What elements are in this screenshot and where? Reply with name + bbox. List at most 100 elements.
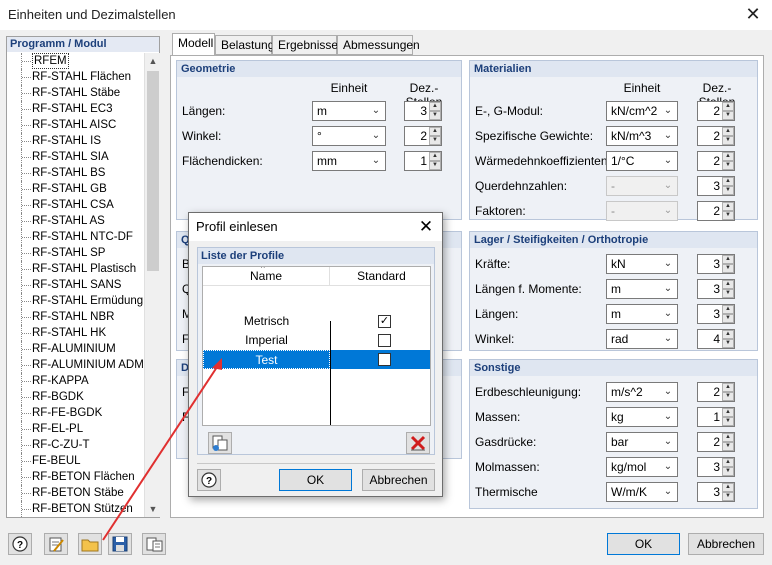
decimals-stepper[interactable]: 3 ▲ ▼ [697, 254, 735, 274]
tree-item[interactable]: RF-BETON Stützen [7, 501, 144, 517]
tree-item[interactable]: RF-STAHL IS [7, 133, 144, 149]
spin-up-icon[interactable]: ▲ [722, 127, 734, 136]
profile-row[interactable]: Metrisch ✓ [203, 312, 430, 331]
unit-select[interactable]: m ⌄ [606, 279, 678, 299]
tree-item[interactable]: RF-STAHL Flächen [7, 69, 144, 85]
unit-select[interactable]: kg/mol ⌄ [606, 457, 678, 477]
decimals-stepper[interactable]: 3 ▲ ▼ [404, 101, 442, 121]
tree-item[interactable]: RF-BGDK [7, 389, 144, 405]
decimals-stepper[interactable]: 3 ▲ ▼ [697, 457, 735, 477]
decimals-stepper[interactable]: 2 ▲ ▼ [697, 382, 735, 402]
column-standard[interactable]: Standard [331, 267, 430, 286]
dialog-help-button[interactable]: ? [197, 469, 221, 491]
tree-item[interactable]: RF-STAHL HK [7, 325, 144, 341]
tree-item[interactable]: RF-STAHL GB [7, 181, 144, 197]
unit-select[interactable]: ° ⌄ [312, 126, 386, 146]
spin-down-icon[interactable]: ▼ [722, 442, 734, 451]
spin-up-icon[interactable]: ▲ [722, 383, 734, 392]
ok-button[interactable]: OK [607, 533, 680, 555]
tree-item[interactable]: RF-STAHL Plastisch [7, 261, 144, 277]
spin-up-icon[interactable]: ▲ [722, 330, 734, 339]
spin-down-icon[interactable]: ▼ [722, 111, 734, 120]
profile-row[interactable]: Imperial [203, 331, 430, 350]
tree-item[interactable]: RF-BETON Stäbe [7, 485, 144, 501]
tree-item[interactable]: RF-STAHL AISC [7, 117, 144, 133]
help-button[interactable]: ? [8, 533, 32, 555]
tree-item[interactable]: RF-C-ZU-T [7, 437, 144, 453]
unit-select[interactable]: m/s^2 ⌄ [606, 382, 678, 402]
cancel-button[interactable]: Abbrechen [688, 533, 764, 555]
tree-item[interactable]: RF-STAHL SIA [7, 149, 144, 165]
decimals-stepper[interactable]: 2 ▲ ▼ [697, 201, 735, 221]
tree-item[interactable]: RF-KAPPA [7, 373, 144, 389]
spin-down-icon[interactable]: ▼ [722, 417, 734, 426]
tree-item[interactable]: RF-FE-BGDK [7, 405, 144, 421]
spin-down-icon[interactable]: ▼ [722, 339, 734, 348]
spin-up-icon[interactable]: ▲ [429, 152, 441, 161]
spin-up-icon[interactable]: ▲ [722, 483, 734, 492]
scroll-down-icon[interactable]: ▼ [145, 501, 161, 517]
delete-profile-button[interactable] [406, 432, 430, 454]
edit-button[interactable] [44, 533, 68, 555]
spin-up-icon[interactable]: ▲ [722, 305, 734, 314]
spin-down-icon[interactable]: ▼ [722, 492, 734, 501]
tree-item[interactable]: RF-STAHL Ermüdung S [7, 293, 144, 309]
spin-down-icon[interactable]: ▼ [429, 111, 441, 120]
spin-up-icon[interactable]: ▲ [722, 458, 734, 467]
unit-select[interactable]: 1/°C ⌄ [606, 151, 678, 171]
column-name[interactable]: Name [203, 267, 330, 286]
spin-down-icon[interactable]: ▼ [722, 161, 734, 170]
unit-select[interactable]: mm ⌄ [312, 151, 386, 171]
spin-up-icon[interactable]: ▲ [722, 202, 734, 211]
decimals-stepper[interactable]: 1 ▲ ▼ [404, 151, 442, 171]
tree-item[interactable]: RFEM [7, 53, 144, 69]
spin-down-icon[interactable]: ▼ [722, 211, 734, 220]
tree-item[interactable]: RF-STAHL NBR [7, 309, 144, 325]
unit-select[interactable]: m ⌄ [606, 304, 678, 324]
add-profile-button[interactable] [208, 432, 232, 454]
close-icon[interactable]: ✕ [738, 2, 768, 26]
module-tree[interactable]: RFEM RF-STAHL Flächen RF-STAHL Stäbe RF-STA… [7, 53, 144, 517]
tree-item[interactable]: RF-STAHL CSA [7, 197, 144, 213]
decimals-stepper[interactable]: 3 ▲ ▼ [697, 482, 735, 502]
tree-item[interactable]: FE-BEUL [7, 453, 144, 469]
import-button[interactable] [142, 533, 166, 555]
tab-ergebnisse[interactable]: Ergebnisse [272, 35, 338, 55]
tree-item[interactable]: RF-ALUMINIUM [7, 341, 144, 357]
unit-select[interactable]: W/m/K ⌄ [606, 482, 678, 502]
spin-up-icon[interactable]: ▲ [722, 152, 734, 161]
tree-item[interactable]: RF-STAHL NTC-DF [7, 229, 144, 245]
standard-checkbox[interactable]: ✓ [378, 315, 391, 328]
tab-belastung[interactable]: Belastung [215, 35, 274, 55]
spin-up-icon[interactable]: ▲ [722, 433, 734, 442]
dialog-cancel-button[interactable]: Abbrechen [362, 469, 435, 491]
decimals-stepper[interactable]: 2 ▲ ▼ [404, 126, 442, 146]
dialog-close-icon[interactable]: ✕ [414, 215, 438, 239]
spin-up-icon[interactable]: ▲ [722, 280, 734, 289]
module-tree-scrollbar[interactable]: ▲ ▼ [144, 53, 160, 517]
save-profile-button[interactable] [108, 533, 132, 555]
unit-select[interactable]: kg ⌄ [606, 407, 678, 427]
spin-down-icon[interactable]: ▼ [429, 161, 441, 170]
tree-item[interactable]: RF-STAHL Stäbe [7, 85, 144, 101]
tree-item[interactable]: RF-BETON Flächen [7, 469, 144, 485]
standard-checkbox[interactable] [378, 353, 391, 366]
decimals-stepper[interactable]: 4 ▲ ▼ [697, 329, 735, 349]
scroll-up-icon[interactable]: ▲ [145, 53, 161, 69]
decimals-stepper[interactable]: 3 ▲ ▼ [697, 279, 735, 299]
decimals-stepper[interactable]: 2 ▲ ▼ [697, 432, 735, 452]
unit-select[interactable]: kN/m^3 ⌄ [606, 126, 678, 146]
tree-item[interactable]: RF-STAHL EC3 [7, 101, 144, 117]
tree-item[interactable]: RF-STAHL BS [7, 165, 144, 181]
decimals-stepper[interactable]: 2 ▲ ▼ [697, 101, 735, 121]
spin-down-icon[interactable]: ▼ [722, 467, 734, 476]
decimals-stepper[interactable]: 1 ▲ ▼ [697, 407, 735, 427]
unit-select[interactable]: rad ⌄ [606, 329, 678, 349]
profile-row[interactable]: Test [203, 350, 430, 369]
spin-down-icon[interactable]: ▼ [722, 136, 734, 145]
unit-select[interactable]: kN ⌄ [606, 254, 678, 274]
decimals-stepper[interactable]: 3 ▲ ▼ [697, 176, 735, 196]
spin-down-icon[interactable]: ▼ [722, 392, 734, 401]
tree-item[interactable]: RF-STAHL SANS [7, 277, 144, 293]
spin-up-icon[interactable]: ▲ [722, 255, 734, 264]
